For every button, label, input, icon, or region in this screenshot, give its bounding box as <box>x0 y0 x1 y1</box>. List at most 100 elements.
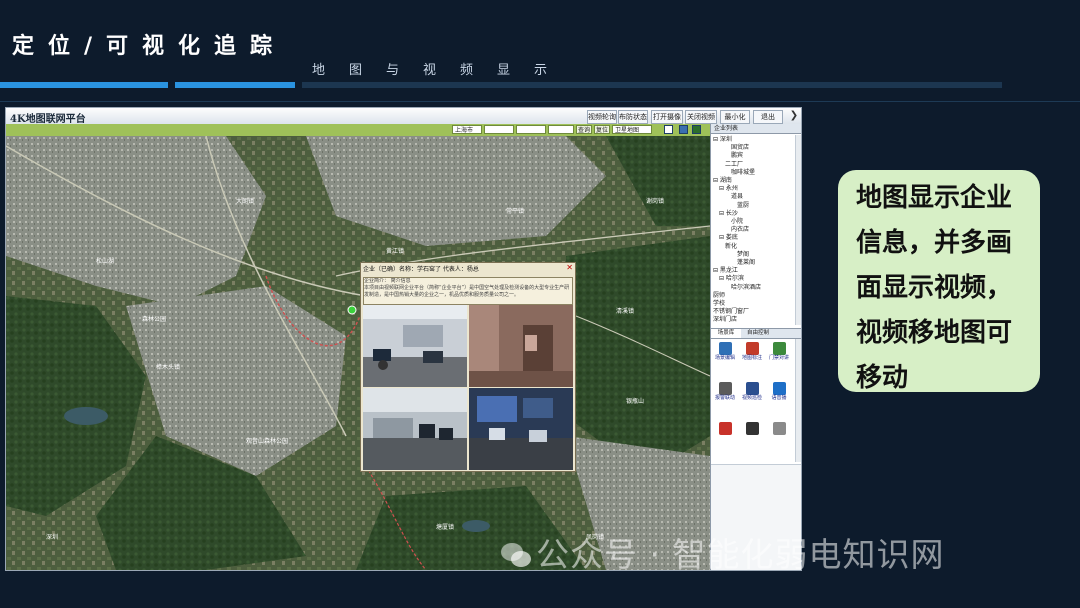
tool-label: 语音播 <box>771 395 787 401</box>
map-marker-icon <box>745 342 759 355</box>
map-toolbar: 上海市 查询 复位 卫星地图 <box>6 124 801 136</box>
tree-item[interactable]: 咖啡城堡 <box>713 169 793 177</box>
enterprise-tree[interactable]: ⊟ 深圳 国贸店 鹏宾 二工厂 咖啡城堡 ⊟ 湖南 ⊟ 永州 道县 蓝厨 ⊟ 长沙 小院 内衣店 ⊟ 娄… <box>713 136 793 326</box>
chevron-right-icon[interactable]: ❯ <box>789 109 799 123</box>
info-title: 简介信息 <box>390 278 411 284</box>
toolbar-button-minimize[interactable]: 最小化 <box>720 110 750 124</box>
close-icon[interactable]: ✕ <box>566 263 573 272</box>
header-accent-bar <box>175 82 295 88</box>
street-select[interactable] <box>516 125 546 134</box>
tool-siren[interactable] <box>713 422 737 435</box>
tools-scrollbar[interactable] <box>795 339 801 462</box>
satellite-map[interactable]: 森林公园 观音山森林公园 清溪镇 银瓶山 凤岗镇 塘厦镇 樟木头镇 谢岗镇 大朗… <box>6 136 710 570</box>
tree-item[interactable]: 鹏宾 <box>713 152 793 160</box>
tool-speaker-box[interactable] <box>740 422 764 435</box>
callout-line: 信息，并多画 <box>856 228 1013 258</box>
poi-select[interactable] <box>548 125 574 134</box>
map-label: 银瓶山 <box>626 398 645 405</box>
tree-item[interactable]: 深圳门店 <box>713 316 793 324</box>
toolbar-button-close-video[interactable]: 关闭视频 <box>685 110 717 124</box>
map-label: 清溪镇 <box>616 308 635 315</box>
video-feed-2[interactable] <box>469 305 573 387</box>
tool-label: 地图标注 <box>741 355 762 361</box>
scene-icon <box>718 342 732 355</box>
map-label: 森林公园 <box>142 316 167 323</box>
tree-item[interactable]: ⊟ 娄底 <box>713 234 793 242</box>
tool-tabs: 场景库 自由控制 <box>711 328 801 339</box>
tree-item[interactable]: 国贸店 <box>713 144 793 152</box>
callout-line: 移动 <box>856 363 909 393</box>
tree-item[interactable]: ⊟ 湖南 <box>713 177 793 185</box>
info-label: 企业简介： <box>364 278 390 284</box>
camera-icon <box>745 382 759 395</box>
callout-line: 地图显示企业 <box>856 183 1013 213</box>
watermark: 公众号 · 智能化弱电知识网 <box>500 528 944 576</box>
tree-item[interactable]: 厨师 <box>713 292 793 300</box>
toolbar-button-video-polling[interactable]: 视频轮询 <box>587 110 617 124</box>
tree-item[interactable]: 梦阁 <box>713 251 793 259</box>
popup-header: 企业（已确）名称：学石窑了 代表人：杨总 <box>363 266 479 273</box>
alarm-icon <box>718 382 732 395</box>
map-label: 观音山森林公园 <box>246 438 289 445</box>
fullscreen-icon[interactable] <box>679 125 688 134</box>
tree-item[interactable]: 蓝厨 <box>713 202 793 210</box>
tree-item[interactable]: ⊟ 长沙 <box>713 210 793 218</box>
tab-free-control[interactable]: 自由控制 <box>742 329 774 338</box>
map-label: 松山湖 <box>96 258 115 265</box>
map-label: 深圳 <box>46 534 59 541</box>
video-feed-4[interactable] <box>469 388 573 470</box>
tool-alarm[interactable]: 报警联动 <box>713 382 737 401</box>
speaker-icon <box>772 382 786 395</box>
tool-dome-camera[interactable] <box>767 422 791 435</box>
tree-item[interactable]: ⊟ 深圳 <box>713 136 793 144</box>
map-label: 常平镇 <box>506 208 525 215</box>
header-accent-bar <box>0 82 168 88</box>
layer-select[interactable]: 卫星地图 <box>612 125 652 134</box>
callout-card: 地图显示企业 信息，并多画 面显示视频， 视频移地图可 移动 <box>838 170 1040 393</box>
tree-item[interactable]: 小院 <box>713 218 793 226</box>
search-button[interactable]: 查询 <box>576 125 592 134</box>
city-select[interactable]: 上海市 <box>452 125 482 134</box>
callout-line: 面显示视频， <box>856 273 1013 303</box>
tree-item[interactable]: 哈尔滨酒店 <box>713 284 793 292</box>
video-feed-1[interactable] <box>363 305 467 387</box>
locate-icon[interactable] <box>664 125 673 134</box>
tree-item[interactable]: ⊟ 永州 <box>713 185 793 193</box>
app-titlebar: 4K地图联网平台 视频轮询 布防状态 打开摄像 关闭视频 最小化 退出 ❯ <box>6 108 801 125</box>
map-label: 大朗镇 <box>236 198 255 205</box>
layers-icon[interactable] <box>692 125 701 134</box>
tool-map-marker[interactable]: 地图标注 <box>740 342 764 361</box>
tab-scene-library[interactable]: 场景库 <box>711 329 741 338</box>
enterprise-sidebar: 企业列表 ⊟ 深圳 国贸店 鹏宾 二工厂 咖啡城堡 ⊟ 湖南 ⊟ 永州 道县 蓝厨 ⊟ 长沙 小院内… <box>710 124 801 570</box>
reset-button[interactable]: 复位 <box>594 125 610 134</box>
enterprise-video-popup[interactable]: 企业（已确）名称：学石窑了 代表人：杨总 ✕ 企业简介： 简介信息 本项目由视频… <box>360 262 576 472</box>
info-body: 本项目由视频联网企业平台（简称“企业平台”）是中国空气处理及检测设备的大型专业生… <box>364 285 570 298</box>
map-label: 樟木头镇 <box>156 364 181 371</box>
toolbar-button-exit[interactable]: 退出 <box>753 110 783 124</box>
toolbar-button-arm-status[interactable]: 布防状态 <box>618 110 648 124</box>
app-title: 4K地图联网平台 <box>10 114 86 125</box>
slide-title: 定位/可视化追踪 <box>12 34 287 59</box>
tool-intercom[interactable]: 门禁对讲 <box>767 342 791 361</box>
workspace-video-icon <box>363 388 467 470</box>
tool-scene[interactable]: 场景编辑 <box>713 342 737 361</box>
tree-item[interactable]: ⊟ 哈尔滨 <box>713 275 793 283</box>
tool-label: 场景编辑 <box>714 355 735 361</box>
tree-item[interactable]: 道县 <box>713 193 793 201</box>
map-label: 黄江镇 <box>386 248 405 255</box>
video-feed-3[interactable] <box>363 388 467 470</box>
district-select[interactable] <box>484 125 514 134</box>
tool-camera[interactable]: 视频巡检 <box>740 382 764 401</box>
tree-item[interactable]: 新化 <box>713 243 793 251</box>
siren-icon <box>718 422 732 435</box>
intercom-icon <box>772 342 786 355</box>
tree-item[interactable]: 二工厂 <box>713 161 793 169</box>
map-label: 塘厦镇 <box>436 524 455 531</box>
slide-subtitle: 地图与视频显示 <box>312 63 572 78</box>
enterprise-list-header: 企业列表 <box>711 124 801 134</box>
tree-scrollbar[interactable] <box>795 135 801 325</box>
tool-speaker[interactable]: 语音播 <box>767 382 791 401</box>
toolbar-button-open-camera[interactable]: 打开摄像 <box>651 110 683 124</box>
callout-line: 视频移地图可 <box>856 318 1013 348</box>
app-window: 4K地图联网平台 视频轮询 布防状态 打开摄像 关闭视频 最小化 退出 ❯ 上海… <box>5 107 802 571</box>
